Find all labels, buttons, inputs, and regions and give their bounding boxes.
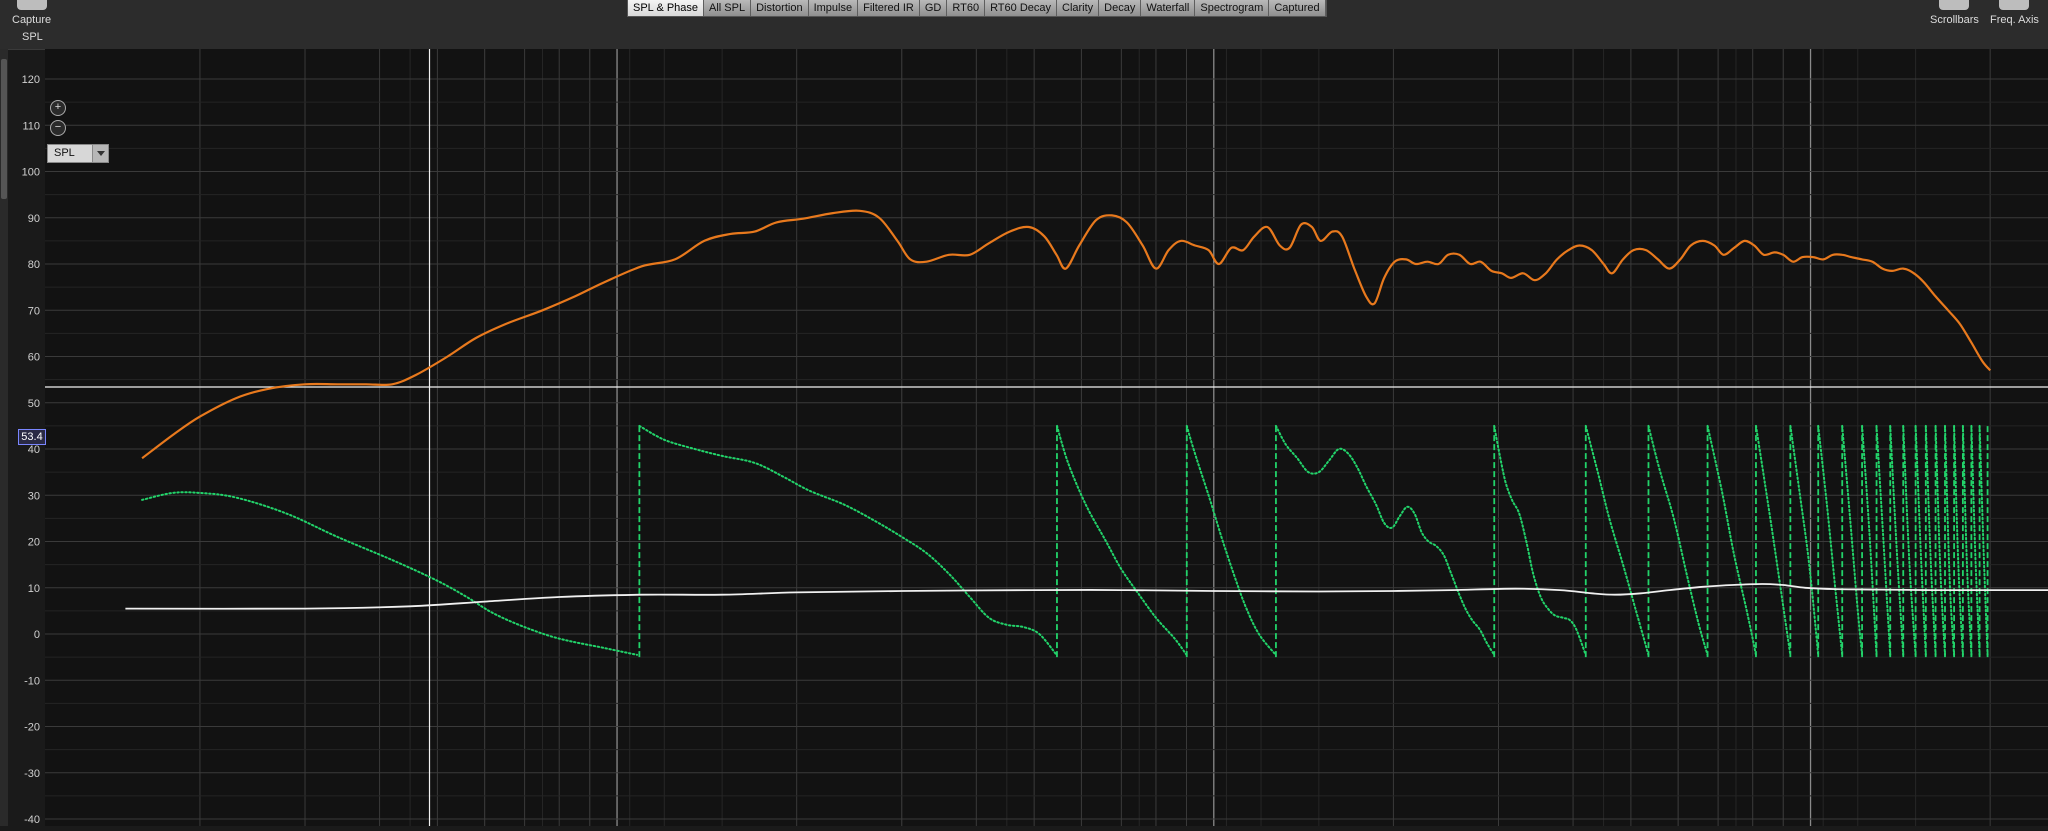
plot-area[interactable]: 120 110 100 90 80 70 60 50 40 30 20 10 0 -10 -20 -30 -40… [0, 49, 2048, 826]
trace-select-value: SPL [54, 147, 75, 159]
scrollbars-button[interactable]: Scrollbars [1930, 0, 1979, 26]
y-tick-label: 110 [22, 120, 40, 132]
y-tick-label: 60 [28, 352, 40, 364]
tab-filtered-ir[interactable]: Filtered IR [858, 0, 920, 16]
capture-button[interactable]: Capture [12, 0, 51, 26]
tab-decay[interactable]: Decay [1099, 0, 1142, 16]
y-tick-label: 50 [28, 398, 40, 410]
tab-waterfall[interactable]: Waterfall [1141, 0, 1196, 16]
y-tick-label: 40 [28, 444, 40, 456]
y-tick-label: 10 [28, 583, 40, 595]
y-tick-label: 20 [28, 537, 40, 549]
y-tick-label: 120 [22, 74, 40, 86]
freq-axis-button[interactable]: Freq. Axis [1990, 0, 2039, 26]
y-tick-label: -20 [24, 722, 40, 734]
y-tick-label: -40 [24, 814, 40, 826]
cursor-value-badge: 53.4 [18, 429, 46, 445]
y-tick-label: 80 [28, 259, 40, 271]
tab-rt60-decay[interactable]: RT60 Decay [985, 0, 1057, 16]
tab-captured[interactable]: Captured [1269, 0, 1326, 16]
y-tick-label: 0 [34, 629, 40, 641]
tab-clarity[interactable]: Clarity [1057, 0, 1100, 16]
freq-axis-label: Freq. Axis [1990, 14, 2039, 26]
scrollbars-label: Scrollbars [1930, 14, 1979, 26]
y-tick-label: 30 [28, 490, 40, 502]
toolbar: Capture SPL & Phase All SPL Distortion Impu… [0, 0, 2048, 50]
graph-mode-label: SPL [22, 31, 43, 43]
zoom-out-icon[interactable]: − [50, 120, 66, 136]
trace-select[interactable]: SPL [47, 144, 109, 163]
zoom-in-icon[interactable]: + [50, 100, 66, 116]
tab-gd[interactable]: GD [919, 0, 948, 16]
capture-label: Capture [12, 14, 52, 26]
y-tick-label: 100 [22, 167, 40, 179]
graph-tabs: SPL & Phase All SPL Distortion Impulse Filte… [627, 0, 1327, 17]
spl-phase-chart[interactable]: 1201101009080706050403020100-10-20-30-40 [0, 49, 2048, 826]
y-tick-label: 70 [28, 305, 40, 317]
chevron-down-icon[interactable] [92, 145, 108, 162]
y-tick-label: 90 [28, 213, 40, 225]
scrollbars-icon [1939, 0, 1970, 10]
tab-spectrogram[interactable]: Spectrogram [1195, 0, 1270, 16]
plot-background [45, 49, 2048, 826]
tab-all-spl[interactable]: All SPL [704, 0, 752, 16]
tab-rt60[interactable]: RT60 [947, 0, 986, 16]
y-tick-label: -30 [24, 768, 40, 780]
y-tick-label: -10 [24, 675, 40, 687]
freq-axis-icon [1999, 0, 2030, 10]
tab-spl-phase[interactable]: SPL & Phase [628, 0, 705, 16]
tab-distortion[interactable]: Distortion [751, 0, 809, 16]
camera-icon [16, 0, 47, 10]
tab-impulse[interactable]: Impulse [808, 0, 859, 16]
